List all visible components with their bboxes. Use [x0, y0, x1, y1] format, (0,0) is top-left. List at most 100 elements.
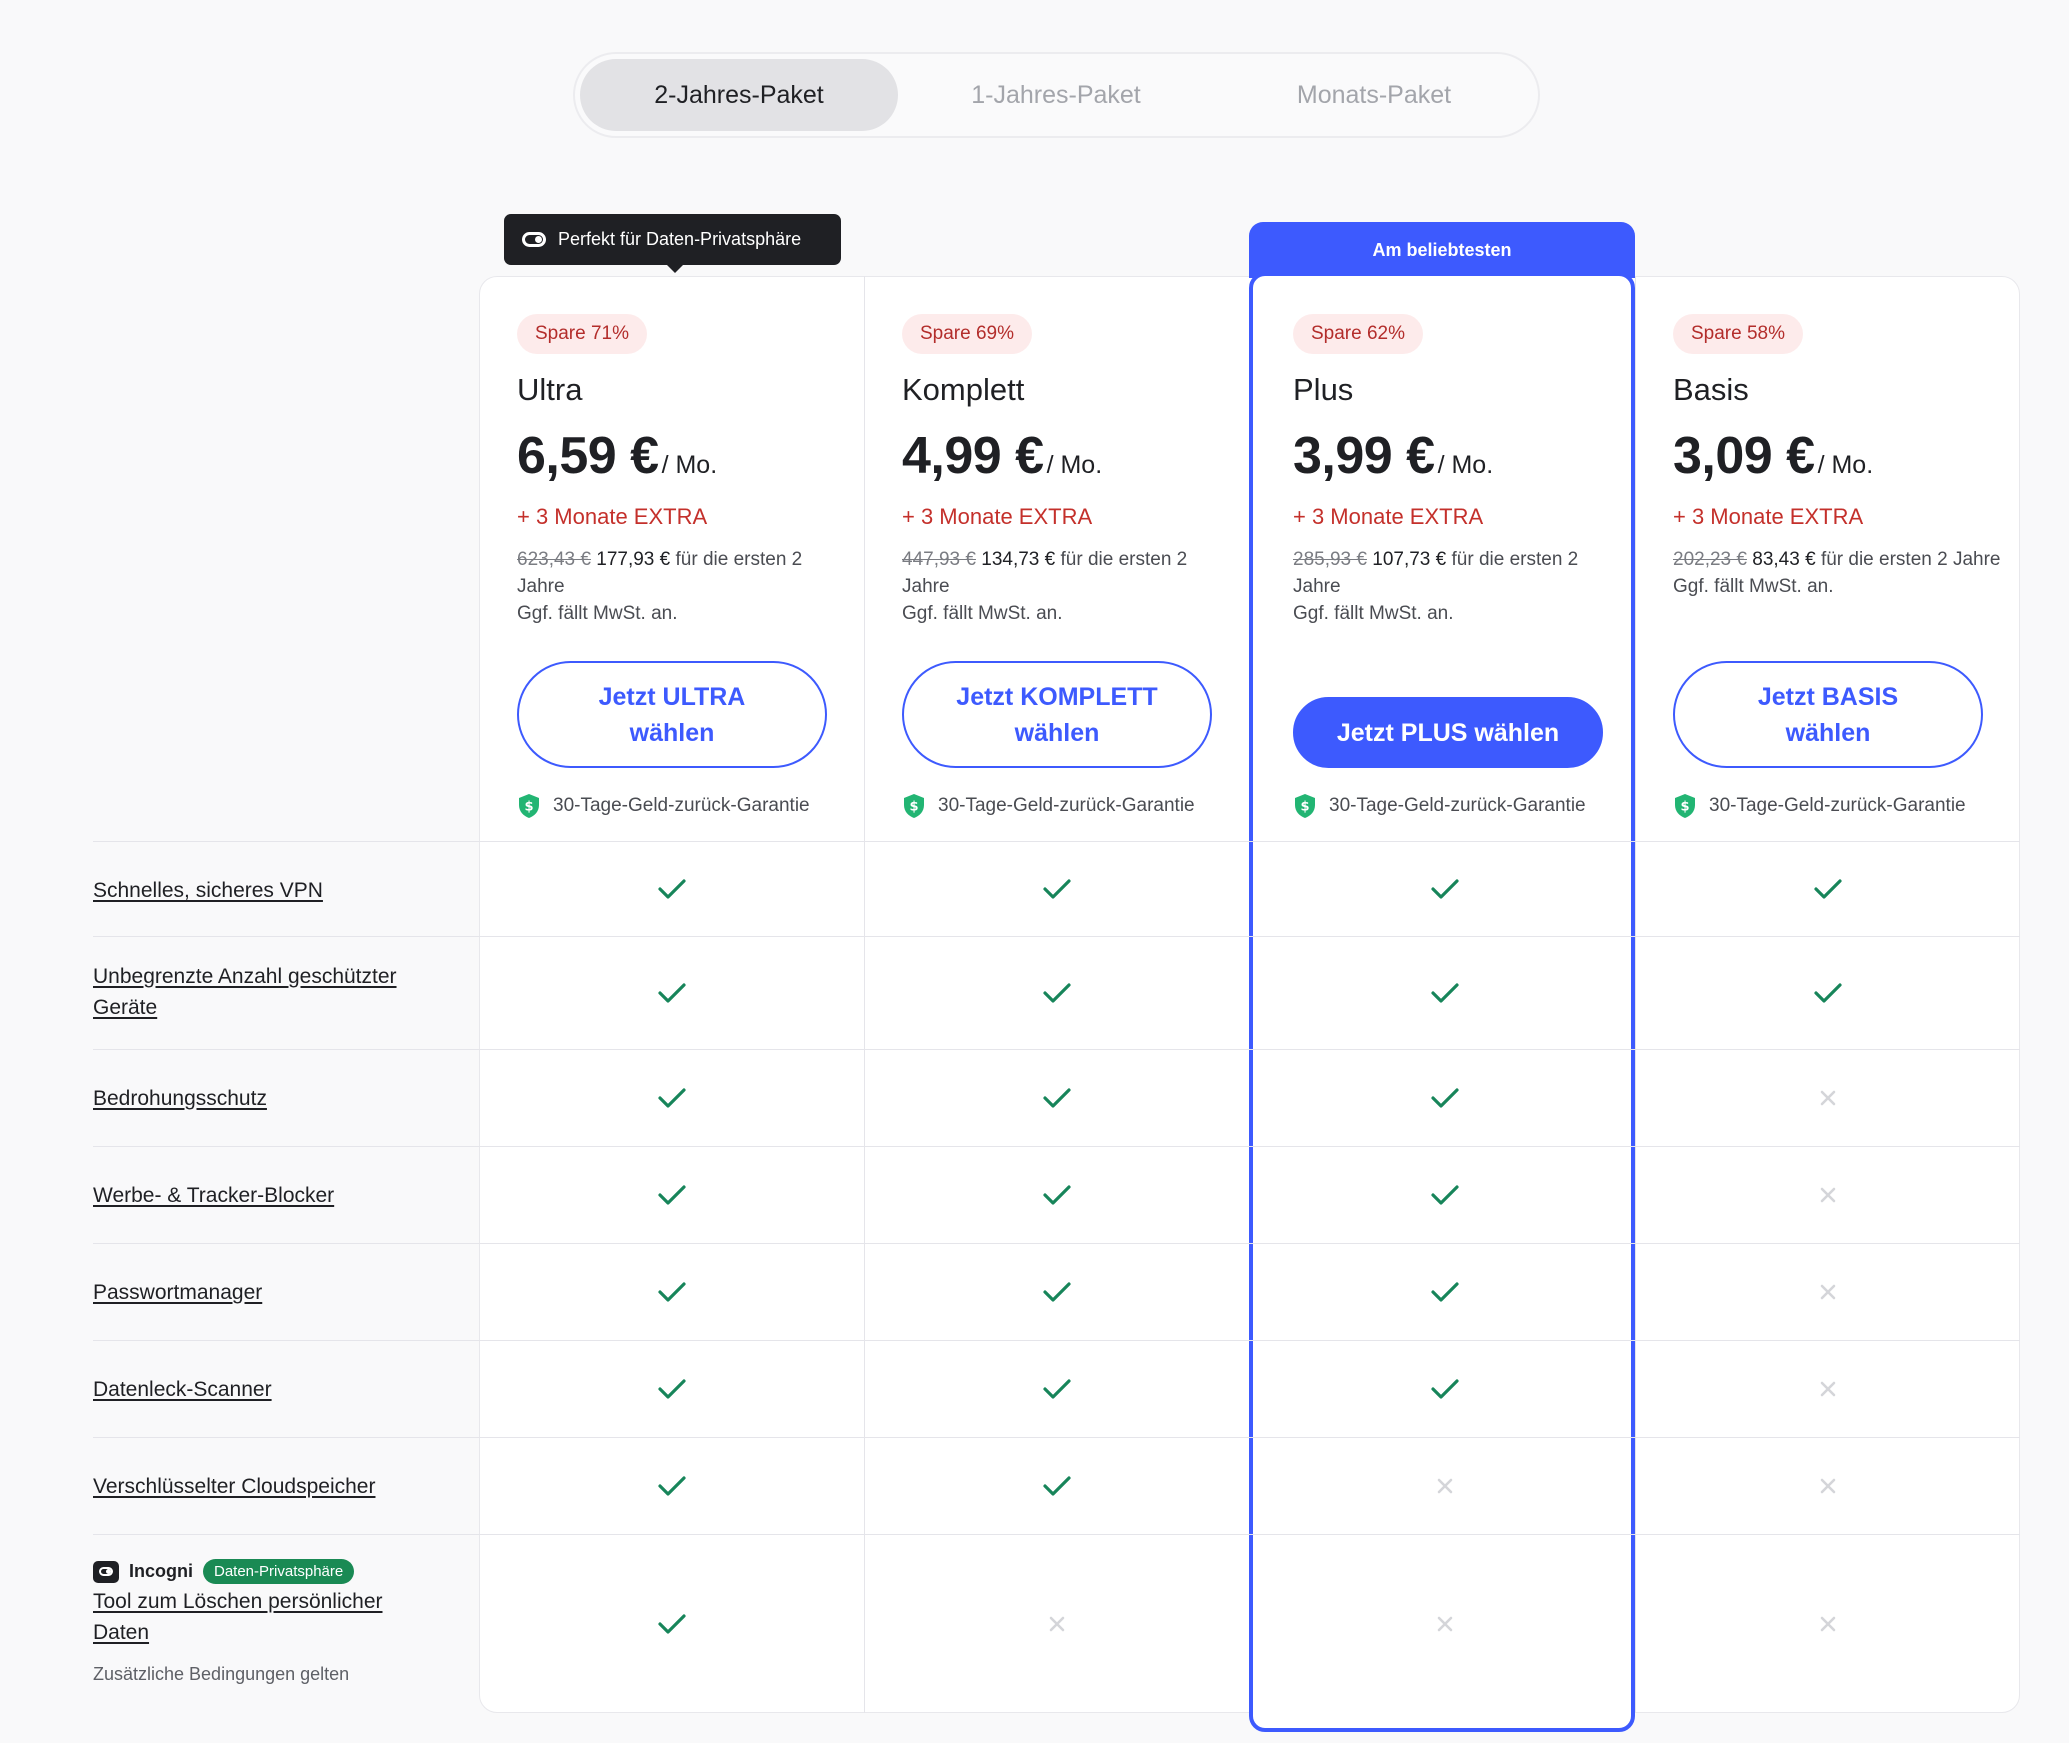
money-back-guarantee: $ 30-Tage-Geld-zurück-Garantie	[1673, 793, 1966, 819]
cross-icon	[1437, 1478, 1452, 1493]
billing-period-toggle: 2-Jahres-Paket 1-Jahres-Paket Monats-Pak…	[573, 52, 1540, 138]
tab-monthly[interactable]: Monats-Paket	[1215, 59, 1533, 131]
price-amount: 3,99 €	[1293, 427, 1435, 485]
new-price: 107,73 €	[1372, 549, 1447, 570]
checkmark-icon	[657, 878, 686, 899]
plan-ultra: Spare 71% Ultra 6,59 € / Mo. + 3 Monate …	[479, 276, 864, 841]
price-amount: 6,59 €	[517, 427, 659, 485]
checkmark-icon	[657, 1613, 686, 1634]
checkmark-icon	[1042, 878, 1071, 899]
cross-icon	[1820, 1381, 1835, 1396]
extra-months: + 3 Monate EXTRA	[1293, 504, 1484, 529]
terms-note: Zusätzliche Bedingungen gelten	[93, 1664, 350, 1684]
label-row-divider	[93, 841, 479, 842]
row-divider	[479, 936, 2020, 937]
plan-plus: Spare 62% Plus 3,99 € / Mo. + 3 Monate E…	[1255, 276, 1640, 841]
savings-badge: Spare 62%	[1293, 314, 1424, 354]
svg-text:$: $	[1300, 800, 1309, 815]
feature-label[interactable]: Bedrohungsschutz	[93, 1083, 433, 1114]
price-period: / Mo.	[1046, 451, 1103, 479]
incogni-logo-icon	[93, 1560, 119, 1583]
label-row-divider	[93, 936, 479, 937]
row-divider	[479, 1340, 2020, 1341]
price-period: / Mo.	[1817, 451, 1874, 479]
old-price: 623,43 €	[517, 549, 591, 570]
cross-icon	[1820, 1284, 1835, 1299]
feature-label[interactable]: Passwortmanager	[93, 1277, 433, 1308]
plan-name: Komplett	[902, 372, 1025, 407]
guarantee-text: 30-Tage-Geld-zurück-Garantie	[938, 795, 1195, 816]
plan-price: 3,99 € / Mo.	[1293, 426, 1493, 486]
checkmark-icon	[657, 982, 686, 1003]
select-plus-button[interactable]: Jetzt PLUS wählen	[1293, 697, 1603, 768]
shield-dollar-icon: $	[1675, 794, 1695, 818]
checkmark-icon	[1042, 1378, 1071, 1399]
price-amount: 3,09 €	[1673, 427, 1815, 485]
checkmark-icon	[1430, 1378, 1459, 1399]
checkmark-icon	[1430, 878, 1459, 899]
label-row-divider	[93, 1049, 479, 1050]
plan-komplett: Spare 69% Komplett 4,99 € / Mo. + 3 Mona…	[864, 276, 1249, 841]
row-divider	[479, 1049, 2020, 1050]
feature-label[interactable]: Schnelles, sicheres VPN	[93, 875, 433, 906]
money-back-guarantee: $ 30-Tage-Geld-zurück-Garantie	[902, 793, 1195, 819]
select-ultra-button[interactable]: Jetzt ULTRA wählen	[517, 661, 827, 768]
checkmark-icon	[657, 1184, 686, 1205]
svg-text:$: $	[909, 800, 918, 815]
checkmark-icon	[1042, 1087, 1071, 1108]
cross-icon	[1049, 1616, 1064, 1631]
new-price: 177,93 €	[596, 549, 671, 570]
vat-note: Ggf. fällt MwSt. an.	[1673, 576, 1834, 597]
feature-label[interactable]: Werbe- & Tracker-Blocker	[93, 1180, 433, 1211]
extra-months: + 3 Monate EXTRA	[1673, 504, 1864, 529]
shield-dollar-icon: $	[1295, 794, 1315, 818]
checkmark-icon	[657, 1281, 686, 1302]
select-basis-button[interactable]: Jetzt BASIS wählen	[1673, 661, 1983, 768]
checkmark-icon	[1430, 1087, 1459, 1108]
old-price: 285,93 €	[1293, 549, 1367, 570]
plan-name: Plus	[1293, 372, 1354, 407]
new-price: 134,73 €	[981, 549, 1056, 570]
privacy-tooltip: Perfekt für Daten-Privatsphäre	[504, 214, 841, 273]
incogni-brand-line: Incogni Daten-Privatsphäre	[93, 1559, 355, 1584]
feature-label[interactable]: Verschlüsselter Cloudspeicher	[93, 1471, 433, 1502]
vat-note: Ggf. fällt MwSt. an.	[517, 603, 678, 624]
checkmark-icon	[657, 1475, 686, 1496]
cross-icon	[1820, 1478, 1835, 1493]
plan-price: 6,59 € / Mo.	[517, 426, 717, 486]
guarantee-text: 30-Tage-Geld-zurück-Garantie	[1329, 795, 1586, 816]
incogni-name: Incogni	[129, 1561, 193, 1581]
row-divider	[479, 1146, 2020, 1147]
old-price: 202,23 €	[1673, 549, 1747, 570]
plan-price: 3,09 € / Mo.	[1673, 426, 1873, 486]
new-price: 83,43 €	[1752, 549, 1816, 570]
checkmark-icon	[1430, 982, 1459, 1003]
checkmark-icon	[657, 1378, 686, 1399]
checkmark-icon	[1430, 1281, 1459, 1302]
row-divider	[479, 1437, 2020, 1438]
vat-note: Ggf. fällt MwSt. an.	[902, 603, 1063, 624]
shield-dollar-icon: $	[904, 794, 924, 818]
extra-months: + 3 Monate EXTRA	[902, 504, 1093, 529]
extra-months: + 3 Monate EXTRA	[517, 504, 708, 529]
cross-icon	[1820, 1090, 1835, 1105]
tab-2-year[interactable]: 2-Jahres-Paket	[580, 59, 898, 131]
plan-basis: Spare 58% Basis 3,09 € / Mo. + 3 Monate …	[1635, 276, 2020, 841]
cross-icon	[1820, 1616, 1835, 1631]
cross-icon	[1437, 1616, 1452, 1631]
label-row-divider	[93, 1534, 479, 1535]
checkmark-icon	[1042, 1281, 1071, 1302]
popular-header: Am beliebtesten	[1249, 222, 1635, 278]
checkmark-icon	[1430, 1184, 1459, 1205]
tab-1-year[interactable]: 1-Jahres-Paket	[897, 59, 1215, 131]
plan-name: Basis	[1673, 372, 1749, 407]
row-divider	[479, 1534, 2020, 1535]
select-komplett-button[interactable]: Jetzt KOMPLETT wählen	[902, 661, 1212, 768]
feature-label[interactable]: Unbegrenzte Anzahl geschützter Geräte	[93, 961, 433, 1023]
feature-label[interactable]: Tool zum Löschen persönlicher Daten	[93, 1586, 433, 1648]
savings-badge: Spare 58%	[1673, 314, 1804, 354]
feature-label[interactable]: Datenleck-Scanner	[93, 1374, 433, 1405]
cross-icon	[1820, 1187, 1835, 1202]
row-divider	[479, 1243, 2020, 1244]
row-divider	[479, 841, 2020, 842]
